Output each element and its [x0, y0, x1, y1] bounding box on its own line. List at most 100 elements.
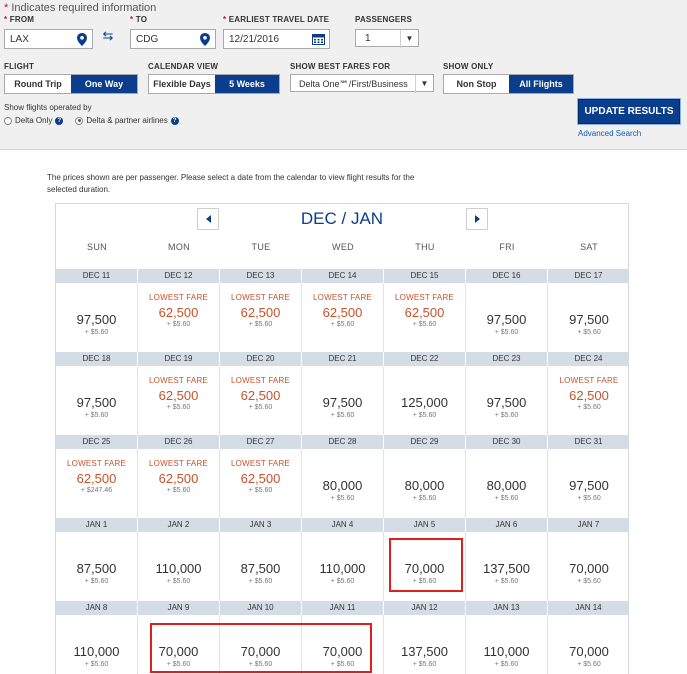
fare-miles: 137,500 — [401, 644, 448, 659]
fare-miles: 97,500 — [486, 395, 527, 410]
fare-taxes: + $5.60 — [84, 578, 109, 585]
delta-partner-radio[interactable] — [75, 116, 84, 125]
delta-only-radio[interactable] — [4, 116, 12, 125]
fare-cell[interactable]: LOWEST FARE 62,500 + $5.60 — [220, 283, 302, 352]
fare-miles: 62,500 — [76, 471, 117, 486]
date-label: DEC 23 — [466, 352, 548, 366]
fare-calendar: DEC / JAN SUN MON TUE WED THU FRI SAT DEC 11 DE… — [55, 203, 630, 674]
fare-cell[interactable]: 137,500 + $5.60 — [466, 532, 548, 601]
weekday-header: SUN MON TUE WED THU FRI SAT — [56, 242, 630, 252]
next-month-button[interactable] — [466, 208, 488, 230]
chevron-down-icon: ▼ — [415, 75, 433, 93]
fare-miles: 62,500 — [322, 305, 363, 320]
advanced-search-link[interactable]: Advanced Search — [578, 129, 641, 138]
calendar-icon[interactable] — [312, 33, 325, 45]
fare-miles: 62,500 — [158, 305, 199, 320]
fare-miles: 62,500 — [158, 388, 199, 403]
date-label: JAN 9 — [138, 601, 220, 615]
fare-cell[interactable]: 80,000 + $5.60 — [384, 449, 466, 518]
fare-cell[interactable]: 70,000 + $5.60 — [548, 615, 630, 674]
fare-cell[interactable]: 125,000 + $5.60 — [384, 366, 466, 435]
passengers-label: PASSENGERS — [355, 15, 412, 24]
required-note: * Indicates required information — [4, 2, 157, 14]
date-bar: JAN 8 JAN 9 JAN 10 JAN 11 JAN 12 JAN 13 JAN 14 — [56, 601, 630, 615]
lowest-fare-label: LOWEST FARE — [395, 293, 454, 302]
five-weeks-button[interactable]: 5 Weeks — [215, 75, 279, 93]
fare-cell[interactable]: 97,500 + $5.60 — [548, 283, 630, 352]
date-input[interactable]: 12/21/2016 — [223, 29, 330, 49]
fare-cell[interactable]: 97,500 + $5.60 — [56, 366, 138, 435]
fare-taxes: + $5.60 — [248, 487, 273, 494]
fare-cell[interactable]: LOWEST FARE 62,500 + $5.60 — [220, 449, 302, 518]
fare-cell[interactable]: 87,500 + $5.60 — [220, 532, 302, 601]
date-label: JAN 11 — [302, 601, 384, 615]
weekday-label: MON — [168, 242, 190, 252]
date-label: JAN 3 — [220, 518, 302, 532]
fare-cell[interactable]: 137,500 + $5.60 — [384, 615, 466, 674]
fare-taxes: + $5.60 — [494, 578, 519, 585]
date-bar: JAN 1 JAN 2 JAN 3 JAN 4 JAN 5 JAN 6 JAN 7 — [56, 518, 630, 532]
swap-icon[interactable]: ⇆ — [101, 29, 115, 43]
calendar-week: DEC 25 DEC 26 DEC 27 DEC 28 DEC 29 DEC 30 DEC … — [56, 435, 630, 518]
fare-cell[interactable]: 110,000 + $5.60 — [138, 532, 220, 601]
fare-taxes: + $5.60 — [412, 661, 437, 668]
fare-taxes: + $5.60 — [577, 404, 601, 411]
fare-cell[interactable]: LOWEST FARE 62,500 + $5.60 — [302, 283, 384, 352]
weekday-label: TUE — [251, 242, 271, 252]
fare-taxes: + $5.60 — [577, 495, 601, 502]
date-label: DEC 27 — [220, 435, 302, 449]
from-input[interactable]: LAX — [4, 29, 93, 49]
fare-cell[interactable]: 97,500 + $5.60 — [466, 366, 548, 435]
best-fares-select[interactable]: Delta One℠/First/Business ▼ — [290, 74, 434, 93]
fare-cell[interactable]: LOWEST FARE 62,500 + $5.60 — [138, 449, 220, 518]
fare-cell[interactable]: 87,500 + $5.60 — [56, 532, 138, 601]
prev-month-button[interactable] — [197, 208, 219, 230]
round-trip-button[interactable]: Round Trip — [5, 75, 71, 93]
fare-cell[interactable]: LOWEST FARE 62,500 + $5.60 — [220, 366, 302, 435]
fare-cell[interactable]: 80,000 + $5.60 — [302, 449, 384, 518]
fare-cell[interactable]: LOWEST FARE 62,500 + $5.60 — [138, 366, 220, 435]
fare-cell[interactable]: 97,500 + $5.60 — [466, 283, 548, 352]
highlight-box — [150, 623, 372, 673]
fare-miles: 62,500 — [240, 388, 281, 403]
fare-cell[interactable]: LOWEST FARE 62,500 + $5.60 — [548, 366, 630, 435]
date-label: * EARLIEST TRAVEL DATE — [223, 15, 330, 24]
fare-miles: 80,000 — [486, 478, 527, 493]
fare-cell[interactable]: 97,500 + $5.60 — [548, 449, 630, 518]
from-label: * FROM — [4, 15, 35, 24]
fare-taxes: + $5.60 — [248, 321, 273, 328]
date-bar: DEC 25 DEC 26 DEC 27 DEC 28 DEC 29 DEC 30 DEC … — [56, 435, 630, 449]
to-input[interactable]: CDG — [130, 29, 216, 49]
chevron-left-icon — [205, 215, 211, 223]
fare-cell[interactable]: 80,000 + $5.60 — [466, 449, 548, 518]
help-icon[interactable]: ? — [170, 116, 179, 125]
fare-cell[interactable]: 97,500 + $5.60 — [302, 366, 384, 435]
passengers-select[interactable]: 1 ▼ — [355, 29, 419, 48]
fare-cell[interactable]: 97,500 + $5.60 — [56, 283, 138, 352]
fare-miles: 62,500 — [569, 388, 609, 403]
search-panel: * Indicates required information * FROM … — [0, 0, 687, 150]
fare-taxes: + $5.60 — [494, 661, 519, 668]
fare-cell[interactable]: 70,000 + $5.60 — [548, 532, 630, 601]
fare-cell[interactable]: LOWEST FARE 62,500 + $5.60 — [138, 283, 220, 352]
fare-taxes: + $5.60 — [330, 412, 355, 419]
calendar-grid: DEC 11 DEC 12 DEC 13 DEC 14 DEC 15 DEC 16 DEC … — [56, 269, 630, 674]
help-icon[interactable]: ? — [55, 116, 64, 125]
fare-cell[interactable]: 110,000 + $5.60 — [466, 615, 548, 674]
calendar-week: JAN 1 JAN 2 JAN 3 JAN 4 JAN 5 JAN 6 JAN 7 87,50… — [56, 518, 630, 601]
fare-cell[interactable]: 110,000 + $5.60 — [56, 615, 138, 674]
update-results-button[interactable]: UPDATE RESULTS — [578, 99, 680, 124]
fare-miles: 97,500 — [76, 395, 117, 410]
flexible-days-button[interactable]: Flexible Days — [149, 75, 215, 93]
fare-taxes: + $5.60 — [494, 495, 519, 502]
non-stop-button[interactable]: Non Stop — [444, 75, 509, 93]
one-way-button[interactable]: One Way — [71, 75, 137, 93]
fare-miles: 70,000 — [569, 644, 609, 659]
fare-cell[interactable]: LOWEST FARE 62,500 + $5.60 — [384, 283, 466, 352]
fare-miles: 97,500 — [322, 395, 363, 410]
fare-cell[interactable]: LOWEST FARE 62,500 + $247.46 — [56, 449, 138, 518]
all-flights-button[interactable]: All Flights — [509, 75, 573, 93]
date-label: JAN 8 — [56, 601, 138, 615]
fare-cell[interactable]: 110,000 + $5.60 — [302, 532, 384, 601]
date-label: JAN 6 — [466, 518, 548, 532]
